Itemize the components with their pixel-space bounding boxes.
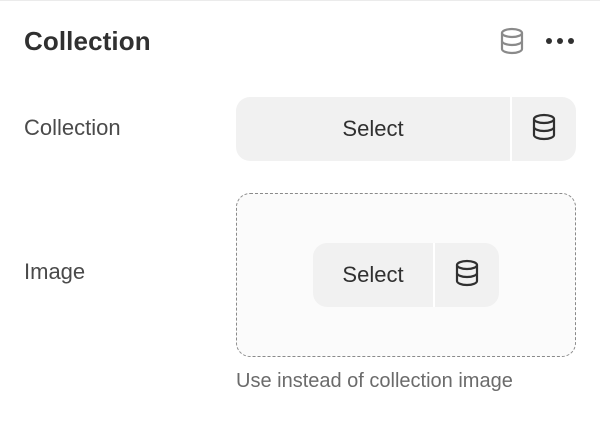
collection-select-button[interactable]: Select — [236, 97, 510, 161]
collection-select-group: Select — [236, 97, 576, 161]
collection-settings-panel: Collection Collection Select Image Selec… — [0, 0, 600, 434]
collection-label: Collection — [24, 115, 121, 140]
database-icon[interactable] — [496, 25, 528, 57]
image-select-group: Select — [313, 243, 499, 307]
image-label: Image — [24, 259, 86, 284]
database-icon — [531, 113, 557, 146]
image-dynamic-source-button[interactable] — [433, 243, 499, 307]
collection-dynamic-source-button[interactable] — [510, 97, 576, 161]
panel-title: Collection — [24, 25, 151, 56]
panel-header: Collection — [24, 21, 576, 61]
image-select-button[interactable]: Select — [313, 243, 433, 307]
header-actions — [496, 25, 576, 57]
image-helper-text: Use instead of collection image — [236, 370, 513, 392]
database-icon — [454, 259, 480, 292]
more-horizontal-icon[interactable] — [544, 25, 576, 57]
